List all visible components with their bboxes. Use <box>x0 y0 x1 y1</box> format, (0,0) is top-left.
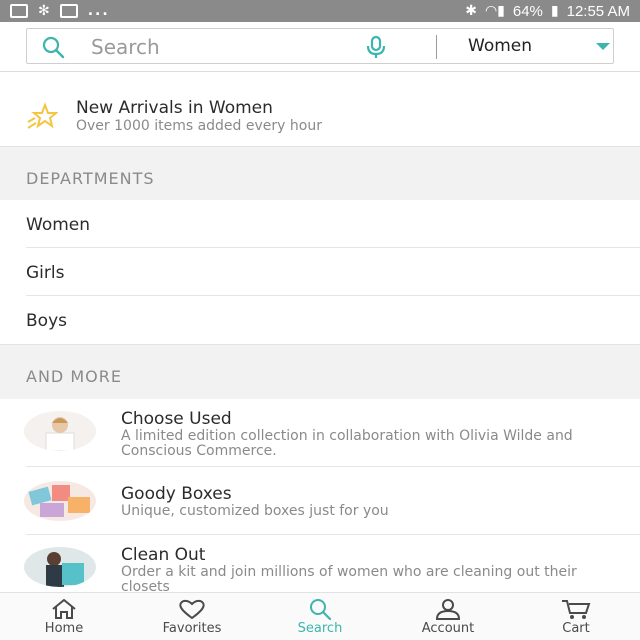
clock: 12:55 AM <box>566 2 630 20</box>
and-more-header: AND MORE <box>0 344 640 399</box>
department-item-girls[interactable]: Girls <box>0 248 640 296</box>
department-label: Girls <box>26 263 65 283</box>
more-item-choose-used[interactable]: Choose Used A limited edition collection… <box>0 399 640 467</box>
more-item-description: A limited edition collection in collabor… <box>121 428 573 459</box>
more-item-title: Goody Boxes <box>121 484 232 504</box>
nav-label: Favorites <box>162 621 222 636</box>
more-item-title: Clean Out <box>121 545 206 565</box>
department-label: Boys <box>26 311 67 331</box>
battery-level: 64% <box>512 2 543 20</box>
search-divider <box>436 35 437 59</box>
nav-label: Account <box>421 621 475 636</box>
more-notifications: ... <box>87 3 110 19</box>
departments-header: DEPARTMENTS <box>0 146 640 200</box>
nav-account[interactable]: Account <box>384 593 512 640</box>
search-bar: Women <box>26 28 614 64</box>
person-icon <box>435 599 461 620</box>
nav-cart[interactable]: Cart <box>512 593 640 640</box>
department-label: Women <box>26 215 91 235</box>
home-icon <box>52 598 76 619</box>
mail-icon <box>59 4 78 18</box>
battery-icon: ▮ <box>550 3 559 19</box>
status-bar-left: ✻ ... <box>10 3 110 19</box>
shooting-star-icon <box>27 102 58 129</box>
department-dropdown-value: Women <box>468 36 533 56</box>
nav-label: Search <box>297 621 343 636</box>
choose-used-thumbnail <box>24 411 96 451</box>
nav-label: Cart <box>562 621 590 636</box>
new-arrivals-title: New Arrivals in Women <box>76 98 273 118</box>
and-more-heading: AND MORE <box>26 367 122 386</box>
heart-icon <box>179 599 205 620</box>
bottom-navigation: Home Favorites Search Account Cart <box>0 592 640 640</box>
departments-heading: DEPARTMENTS <box>26 169 155 188</box>
new-arrivals-subtitle: Over 1000 items added every hour <box>76 118 322 134</box>
nav-home[interactable]: Home <box>0 593 128 640</box>
more-item-clean-out[interactable]: Clean Out Order a kit and join millions … <box>0 535 640 592</box>
image-icon <box>10 4 28 18</box>
cart-icon <box>562 600 591 619</box>
department-dropdown[interactable]: Women <box>441 29 613 63</box>
chevron-down-icon <box>596 43 610 50</box>
search-header: Women <box>0 22 640 72</box>
goody-boxes-thumbnail <box>24 481 96 521</box>
snowflake-icon: ✻ <box>38 3 50 19</box>
department-item-boys[interactable]: Boys <box>0 296 640 344</box>
status-bar-right: ✱ ◠▮ 64% ▮ 12:55 AM <box>465 3 630 20</box>
more-item-description: Order a kit and join millions of women w… <box>121 564 577 593</box>
status-bar: ✻ ... ✱ ◠▮ 64% ▮ 12:55 AM <box>0 0 640 22</box>
new-arrivals-banner[interactable]: New Arrivals in Women Over 1000 items ad… <box>0 84 640 146</box>
bluetooth-icon: ✱ <box>465 3 477 19</box>
wifi-signal-icon: ◠▮ <box>484 3 505 19</box>
more-item-title: Choose Used <box>121 409 232 429</box>
search-input[interactable] <box>91 33 331 61</box>
nav-search[interactable]: Search <box>256 593 384 640</box>
microphone-icon[interactable] <box>363 34 389 60</box>
search-icon <box>310 599 332 620</box>
more-item-goody-boxes[interactable]: Goody Boxes Unique, customized boxes jus… <box>0 467 640 535</box>
more-item-description: Unique, customized boxes just for you <box>121 503 389 519</box>
clean-out-thumbnail <box>24 547 96 587</box>
nav-favorites[interactable]: Favorites <box>128 593 256 640</box>
search-icon[interactable] <box>41 35 65 59</box>
nav-label: Home <box>44 621 84 636</box>
department-item-women[interactable]: Women <box>0 200 640 248</box>
